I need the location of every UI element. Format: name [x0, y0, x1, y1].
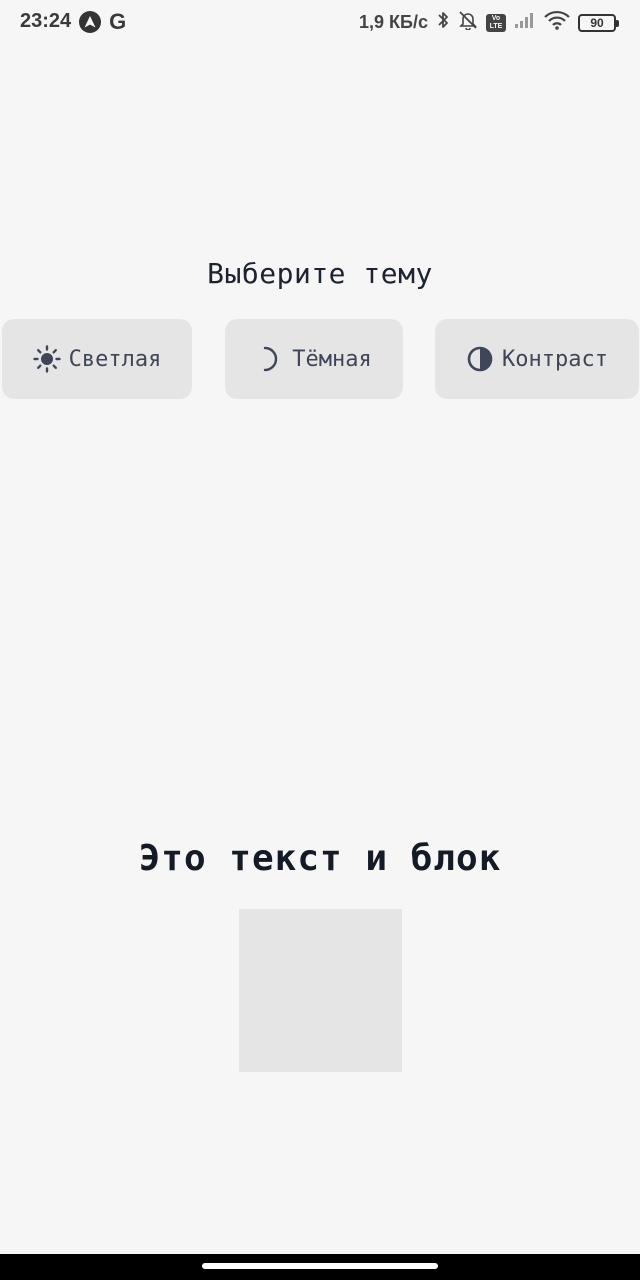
sample-block [239, 909, 402, 1072]
sun-icon [32, 345, 61, 373]
status-bar-left: 23:24 G [20, 10, 126, 33]
theme-dark-button[interactable]: Тёмная [225, 319, 403, 399]
status-bar-right: 1,9 КБ/с Vo LTE 90 [359, 10, 620, 35]
theme-selector-title: Выберите тему [207, 257, 433, 290]
home-indicator[interactable] [202, 1263, 438, 1269]
sample-text: Это текст и блок [138, 838, 502, 879]
contrast-icon [466, 345, 494, 373]
muted-bell-icon [458, 10, 478, 35]
theme-dark-label: Тёмная [292, 346, 372, 372]
bluetooth-icon [436, 10, 450, 35]
theme-light-button[interactable]: Светлая [2, 319, 192, 399]
clock: 23:24 [20, 10, 72, 32]
status-bar: 23:24 G 1,9 КБ/с Vo LTE 90 [0, 0, 640, 46]
theme-contrast-label: Контраст [502, 346, 608, 372]
navigation-bar [0, 1254, 640, 1280]
moon-icon [256, 345, 284, 373]
app-screen: 23:24 G 1,9 КБ/с Vo LTE 90 Выберите тему… [0, 0, 640, 1280]
google-icon: G [109, 8, 127, 34]
theme-light-label: Светлая [68, 346, 162, 372]
volte-icon: Vo LTE [486, 13, 506, 32]
network-speed: 1,9 КБ/с [359, 12, 428, 32]
wifi-icon [544, 10, 570, 35]
theme-contrast-button[interactable]: Контраст [435, 319, 639, 399]
battery-icon: 90 [578, 13, 619, 32]
navigation-app-icon [79, 10, 102, 33]
signal-icon [514, 11, 536, 34]
